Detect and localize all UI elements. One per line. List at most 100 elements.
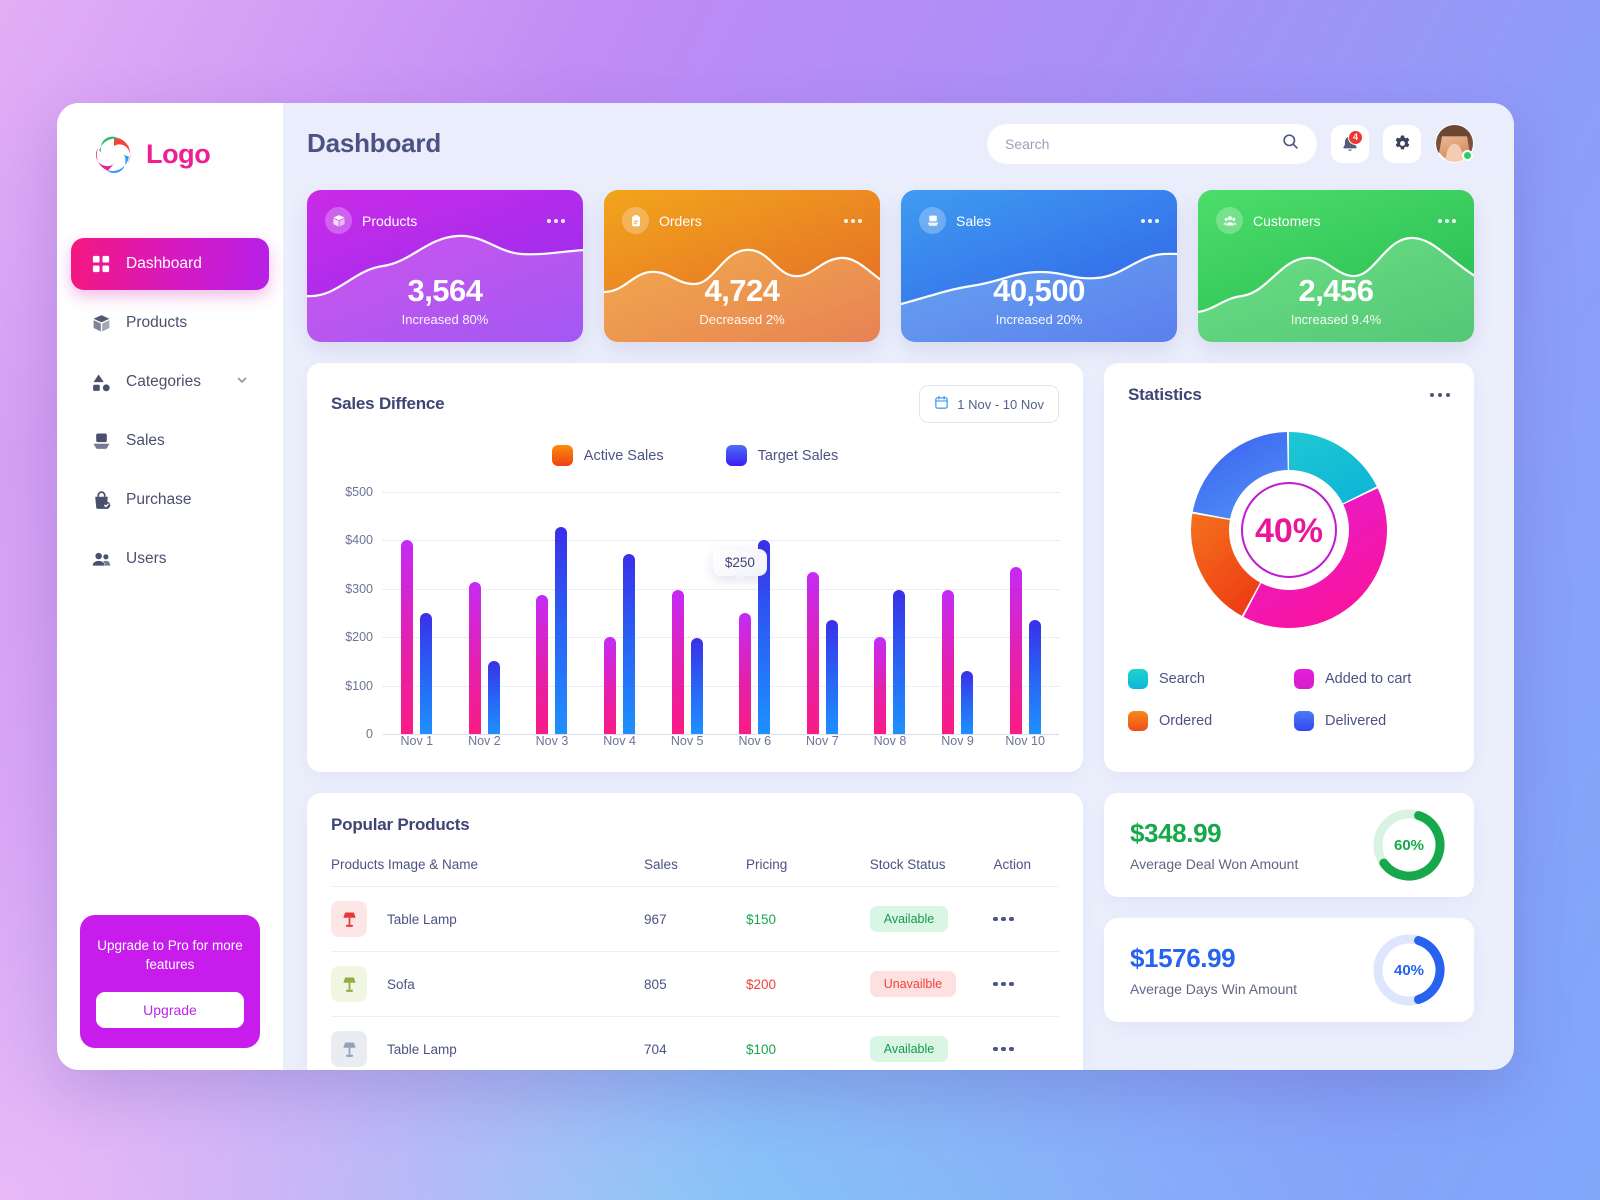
notifications-button[interactable]: 4: [1331, 124, 1369, 163]
topbar-actions: 4: [987, 123, 1474, 164]
table-row[interactable]: Sofa 805 $200 Unavailble: [331, 951, 1059, 1017]
bar[interactable]: [671, 589, 684, 734]
bottom-row: Popular Products Products Image & Name S…: [307, 793, 1474, 1070]
bar[interactable]: [420, 613, 433, 734]
date-range-picker[interactable]: 1 Nov - 10 Nov: [919, 385, 1059, 423]
shapes-icon: [91, 372, 111, 392]
legend-item-active-sales[interactable]: Active Sales: [551, 445, 664, 466]
bar[interactable]: [401, 540, 414, 734]
bar-group[interactable]: [653, 492, 721, 734]
bar-group[interactable]: [924, 492, 992, 734]
bar[interactable]: [623, 553, 636, 734]
row-menu-button[interactable]: [993, 981, 1059, 987]
table-row[interactable]: Table Lamp 704 $100 Available: [331, 1017, 1059, 1071]
bar[interactable]: [961, 671, 974, 734]
row-menu-button[interactable]: [993, 1046, 1059, 1052]
column-header-pricing: Pricing: [745, 835, 870, 887]
upgrade-button[interactable]: Upgrade: [96, 992, 244, 1028]
box-icon: [325, 207, 352, 234]
product-name: Table Lamp: [387, 1041, 457, 1057]
search-icon[interactable]: [1282, 133, 1299, 155]
row-menu-button[interactable]: [993, 916, 1059, 922]
legend-item-delivered[interactable]: Delivered: [1294, 711, 1450, 731]
stat-card-menu[interactable]: [1141, 218, 1159, 223]
legend-label: Ordered: [1159, 713, 1213, 729]
bar-group[interactable]: [518, 492, 586, 734]
column-header-product: Products Image & Name: [331, 835, 645, 887]
bar[interactable]: [893, 590, 906, 734]
sidebar-item-users[interactable]: Users: [71, 533, 269, 585]
y-tick-label: $500: [345, 485, 373, 499]
bar[interactable]: [555, 526, 568, 734]
bar-group[interactable]: [451, 492, 519, 734]
legend-swatch-target: [725, 445, 747, 466]
bar[interactable]: [690, 638, 703, 734]
table-row[interactable]: Table Lamp 967 $150 Available: [331, 886, 1059, 952]
sidebar-item-label: Purchase: [126, 491, 192, 508]
product-name: Table Lamp: [387, 911, 457, 927]
x-tick-label: Nov 3: [535, 734, 569, 748]
bar[interactable]: [536, 594, 549, 734]
legend-item-search[interactable]: Search: [1128, 669, 1284, 689]
stat-card-menu[interactable]: [844, 218, 862, 223]
middle-panels: Sales Diffence 1 Nov - 10 Nov Active Sal…: [307, 363, 1474, 772]
legend-swatch-delivered: [1294, 711, 1314, 731]
bar-group[interactable]: [991, 492, 1059, 734]
bar[interactable]: [806, 571, 819, 734]
bar[interactable]: [1028, 620, 1041, 734]
price-value: $100: [745, 1041, 776, 1057]
search-input[interactable]: [1005, 135, 1282, 152]
settings-button[interactable]: [1383, 124, 1421, 163]
product-name: Sofa: [387, 976, 415, 992]
bar[interactable]: [604, 637, 617, 734]
stat-card-orders[interactable]: Orders 4,724 Decreased 2%: [604, 190, 880, 342]
bar[interactable]: [825, 620, 838, 734]
stat-card-title: Products: [362, 212, 418, 229]
legend-item-added-to-cart[interactable]: Added to cart: [1294, 669, 1450, 689]
bar-group[interactable]: [586, 492, 654, 734]
main-area: Dashboard 4: [283, 103, 1514, 1070]
stat-card-value: 40,500: [993, 273, 1085, 308]
sidebar-item-label: Users: [126, 550, 167, 567]
bar-group[interactable]: [856, 492, 924, 734]
sidebar-item-products[interactable]: Products: [71, 297, 269, 349]
sidebar-item-categories[interactable]: Categories: [71, 356, 269, 408]
sidebar-item-label: Dashboard: [126, 255, 202, 272]
stat-card-subtitle: Increased 20%: [995, 312, 1083, 327]
cell-pricing: $100: [746, 1017, 870, 1071]
legend-item-ordered[interactable]: Ordered: [1128, 711, 1284, 731]
y-tick-label: $200: [345, 630, 373, 645]
sidebar-item-purchase[interactable]: Purchase: [71, 474, 269, 526]
chevron-down-icon[interactable]: [235, 373, 249, 392]
stat-card-menu[interactable]: [1438, 218, 1456, 223]
legend-item-target-sales[interactable]: Target Sales: [725, 445, 838, 466]
sidebar-item-sales[interactable]: Sales: [71, 415, 269, 467]
stat-card-subtitle: Increased 80%: [401, 312, 489, 327]
bar[interactable]: [468, 581, 481, 734]
stat-card-sales[interactable]: Sales 40,500 Increased 20%: [901, 190, 1177, 342]
stat-card-customers[interactable]: Customers 2,456 Increased 9.4%: [1198, 190, 1474, 342]
avatar[interactable]: [1435, 124, 1474, 163]
column-header-sales: Sales: [644, 835, 746, 887]
product-thumbnail: [331, 901, 367, 937]
table-header-row: Products Image & Name Sales Pricing Stoc…: [331, 835, 1059, 887]
bar[interactable]: [942, 589, 955, 734]
bar-group[interactable]: $250: [712, 492, 789, 734]
x-tick-label: Nov 6: [738, 734, 772, 748]
sidebar-item-dashboard[interactable]: Dashboard: [71, 238, 269, 290]
statistics-menu-button[interactable]: [1429, 392, 1450, 398]
search-box[interactable]: [987, 123, 1317, 164]
kpi-amount: $348.99: [1130, 818, 1222, 848]
y-tick-label: $100: [345, 678, 373, 693]
bar[interactable]: [487, 661, 500, 734]
stat-card-menu[interactable]: [547, 218, 565, 223]
bar-group[interactable]: [789, 492, 857, 734]
bar[interactable]: [1009, 567, 1022, 734]
grid-icon: [91, 254, 111, 274]
bar-group[interactable]: [383, 492, 451, 734]
bar[interactable]: [739, 613, 752, 734]
stat-card-products[interactable]: Products 3,564 Increased 80%: [307, 190, 583, 342]
statistics-panel-header: Statistics: [1128, 385, 1450, 405]
logo[interactable]: Logo: [57, 103, 283, 175]
bar[interactable]: [874, 637, 887, 734]
